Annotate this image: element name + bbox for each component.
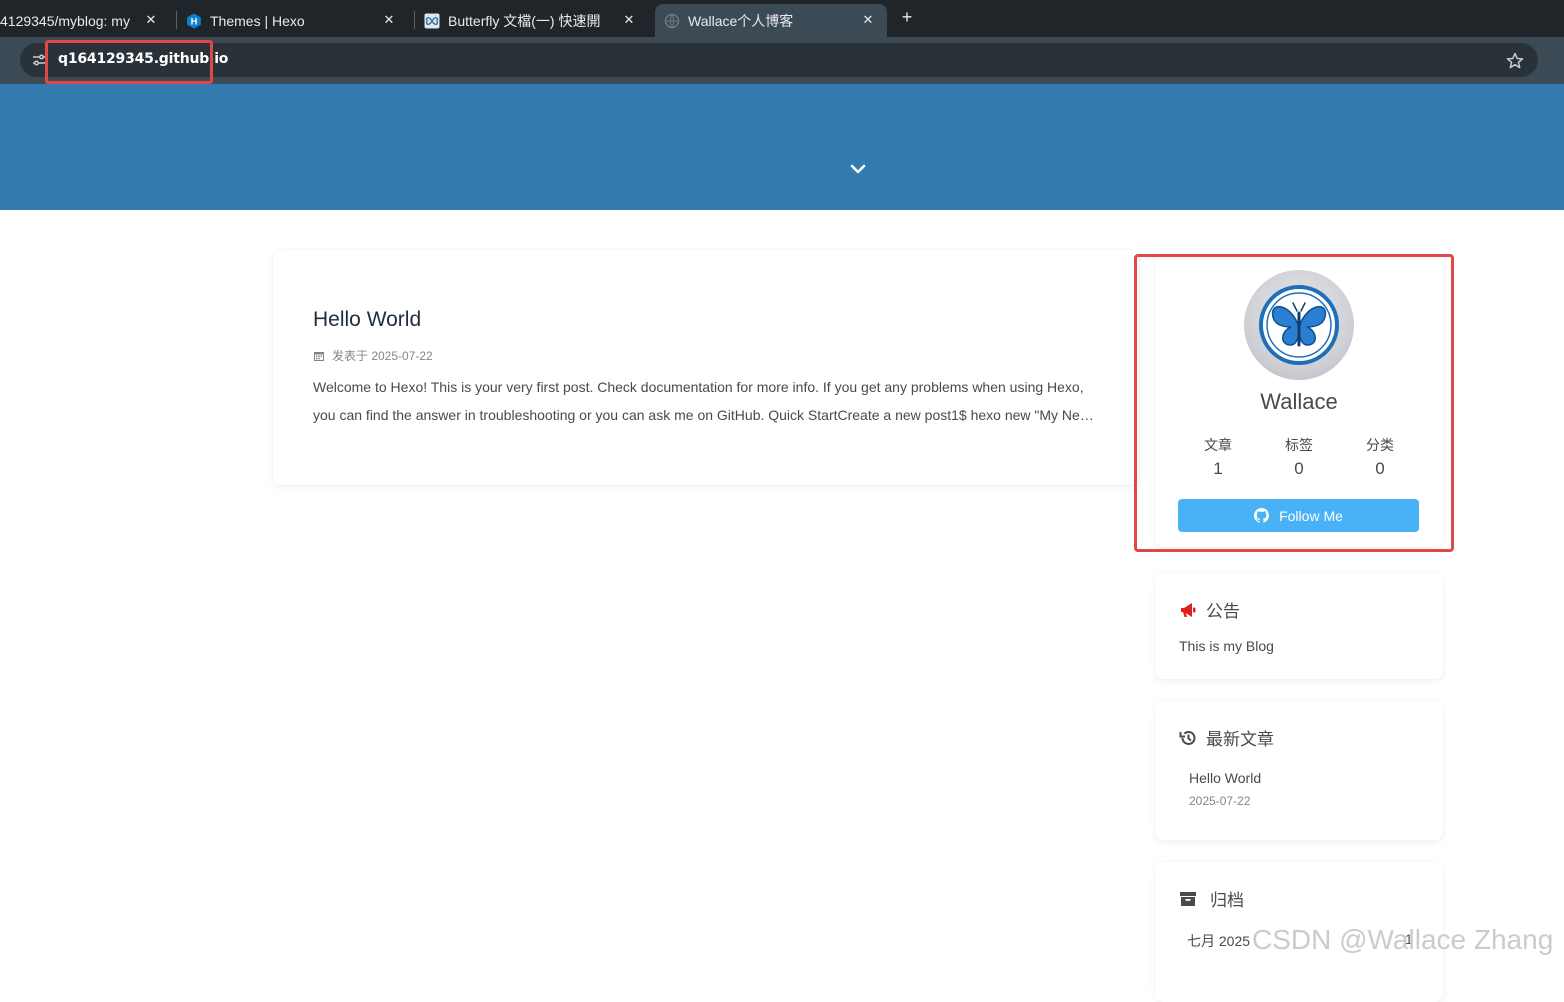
bullhorn-icon — [1179, 601, 1197, 619]
new-tab-button[interactable]: + — [898, 6, 916, 28]
archive-box-icon — [1179, 890, 1197, 908]
url-highlight-box — [45, 40, 213, 84]
archive-header: 归档 — [1179, 886, 1244, 911]
post-card: Hello World 发表于 2025-07-22 Welcome to He… — [273, 250, 1139, 485]
history-icon — [1179, 729, 1197, 747]
tab-title: Themes | Hexo — [210, 12, 305, 29]
tab-close-icon[interactable]: ✕ — [859, 11, 877, 29]
calendar-icon — [313, 350, 325, 362]
post-title[interactable]: Hello World — [313, 308, 421, 332]
post-date: 发表于 2025-07-22 — [332, 349, 433, 363]
post-meta: 发表于 2025-07-22 — [313, 347, 433, 364]
announcement-card: 公告 This is my Blog — [1155, 573, 1443, 679]
recent-posts-card: 最新文章 Hello World 2025-07-22 — [1155, 701, 1443, 840]
recent-posts-header: 最新文章 — [1179, 725, 1274, 750]
hexo-favicon-icon: H — [186, 13, 202, 29]
recent-posts-title: 最新文章 — [1206, 730, 1274, 749]
tab-separator — [414, 11, 415, 29]
butterfly-favicon-icon — [424, 13, 440, 29]
svg-text:H: H — [191, 16, 198, 26]
recent-post-date: 2025-07-22 — [1189, 794, 1251, 808]
tab-myblog-repo[interactable]: 4129345/myblog: my ✕ — [0, 4, 170, 37]
archive-month-link[interactable]: 七月 2025 — [1187, 931, 1250, 951]
tab-butterfly-docs[interactable]: Butterfly 文檔(一) 快速開 ✕ — [424, 4, 648, 37]
announcement-text: This is my Blog — [1179, 638, 1274, 654]
browser-tab-bar: 4129345/myblog: my ✕ H Themes | Hexo ✕ B… — [0, 0, 1564, 37]
tab-close-icon[interactable]: ✕ — [142, 11, 160, 29]
tab-themes-hexo[interactable]: H Themes | Hexo ✕ — [186, 4, 408, 37]
announcement-title: 公告 — [1206, 602, 1240, 621]
bookmark-star-icon[interactable] — [1505, 51, 1525, 71]
recent-post-link[interactable]: Hello World — [1189, 770, 1261, 786]
tab-separator — [176, 11, 177, 29]
blog-header-banner — [0, 84, 1564, 210]
address-bar[interactable] — [20, 43, 1538, 77]
chevron-down-icon[interactable] — [849, 160, 867, 178]
tab-close-icon[interactable]: ✕ — [380, 11, 398, 29]
tab-close-icon[interactable]: ✕ — [620, 11, 638, 29]
browser-toolbar: q164129345.github.io — [0, 37, 1564, 84]
tab-title: 4129345/myblog: my — [0, 12, 130, 29]
globe-favicon-icon — [664, 13, 680, 29]
announcement-header: 公告 — [1179, 597, 1240, 622]
csdn-watermark: CSDN @Wallace Zhang — [1252, 924, 1554, 955]
archive-title: 归档 — [1210, 891, 1244, 910]
post-excerpt: Welcome to Hexo! This is your very first… — [313, 379, 1094, 423]
tab-title: Butterfly 文檔(一) 快速開 — [448, 12, 601, 29]
author-highlight-box — [1134, 254, 1454, 552]
tab-wallace-blog[interactable]: Wallace个人博客 ✕ — [655, 4, 887, 37]
tab-title: Wallace个人博客 — [688, 12, 794, 29]
